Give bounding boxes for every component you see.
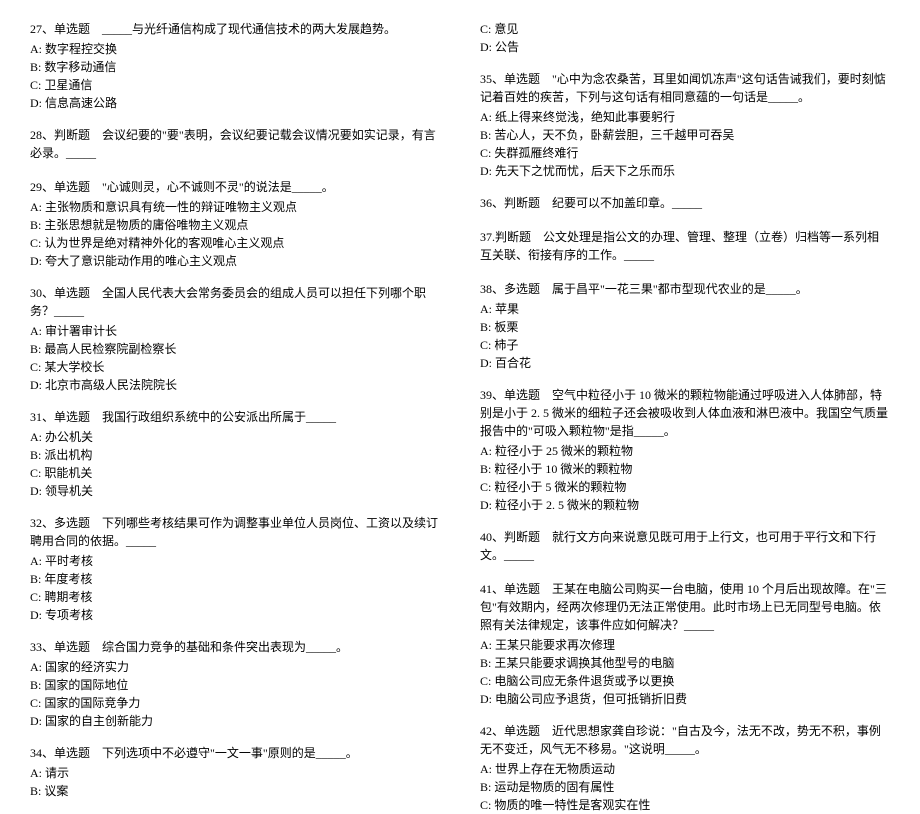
question-text: 34、单选题 下列选项中不必遵守"一文一事"原则的是_____。 — [30, 744, 440, 762]
question-31: 31、单选题 我国行政组织系统中的公安派出所属于_____ A: 办公机关 B:… — [30, 408, 440, 500]
option: A: 平时考核 — [30, 552, 440, 570]
question-text: 35、单选题 "心中为念农桑苦，耳里如闻饥冻声"这句话告诫我们，要时刻惦记着百姓… — [480, 70, 890, 106]
question-27: 27、单选题 _____与光纤通信构成了现代通信技术的两大发展趋势。 A: 数字… — [30, 20, 440, 112]
option: A: 数字程控交换 — [30, 40, 440, 58]
question-text: 32、多选题 下列哪些考核结果可作为调整事业单位人员岗位、工资以及续订聘用合同的… — [30, 514, 440, 550]
option: D: 粒径小于 2. 5 微米的颗粒物 — [480, 496, 890, 514]
option: C: 卫星通信 — [30, 76, 440, 94]
question-38: 38、多选题 属于昌平"一花三果"都市型现代农业的是_____。 A: 苹果 B… — [480, 280, 890, 372]
question-42: 42、单选题 近代思想家龚自珍说："自古及今，法无不改，势无不积，事例无不变迁，… — [480, 722, 890, 814]
question-29: 29、单选题 "心诚则灵，心不诚则不灵"的说法是_____。 A: 主张物质和意… — [30, 178, 440, 270]
question-32: 32、多选题 下列哪些考核结果可作为调整事业单位人员岗位、工资以及续订聘用合同的… — [30, 514, 440, 624]
question-41: 41、单选题 王某在电脑公司购买一台电脑，使用 10 个月后出现故障。在"三包"… — [480, 580, 890, 708]
question-30: 30、单选题 全国人民代表大会常务委员会的组成人员可以担任下列哪个职务？____… — [30, 284, 440, 394]
right-column: C: 意见 D: 公告 35、单选题 "心中为念农桑苦，耳里如闻饥冻声"这句话告… — [480, 20, 890, 631]
option: C: 某大学校长 — [30, 358, 440, 376]
question-39: 39、单选题 空气中粒径小于 10 微米的颗粒物能通过呼吸进入人体肺部，特别是小… — [480, 386, 890, 514]
option: D: 公告 — [480, 38, 890, 56]
question-37: 37.判断题 公文处理是指公文的办理、管理、整理（立卷）归档等一系列相互关联、衔… — [480, 228, 890, 266]
option: D: 先天下之忧而忧，后天下之乐而乐 — [480, 162, 890, 180]
option: A: 纸上得来终觉浅，绝知此事要躬行 — [480, 108, 890, 126]
option: C: 粒径小于 5 微米的颗粒物 — [480, 478, 890, 496]
question-28: 28、判断题 会议纪要的"要"表明，会议纪要记载会议情况要如实记录，有言必录。_… — [30, 126, 440, 164]
option: C: 国家的国际竞争力 — [30, 694, 440, 712]
option: D: 夸大了意识能动作用的唯心主义观点 — [30, 252, 440, 270]
question-34-cont: C: 意见 D: 公告 — [480, 20, 890, 56]
question-text: 31、单选题 我国行政组织系统中的公安派出所属于_____ — [30, 408, 440, 426]
option: D: 电脑公司应予退货，但可抵销折旧费 — [480, 690, 890, 708]
option: D: 百合花 — [480, 354, 890, 372]
option: B: 板栗 — [480, 318, 890, 336]
option: A: 请示 — [30, 764, 440, 782]
option: B: 粒径小于 10 微米的颗粒物 — [480, 460, 890, 478]
option: B: 派出机构 — [30, 446, 440, 464]
question-text: 40、判断题 就行文方向来说意见既可用于上行文，也可用于平行文和下行文。____… — [480, 528, 890, 564]
option: D: 领导机关 — [30, 482, 440, 500]
question-text: 30、单选题 全国人民代表大会常务委员会的组成人员可以担任下列哪个职务？____… — [30, 284, 440, 320]
question-text: 39、单选题 空气中粒径小于 10 微米的颗粒物能通过呼吸进入人体肺部，特别是小… — [480, 386, 890, 440]
question-text: 41、单选题 王某在电脑公司购买一台电脑，使用 10 个月后出现故障。在"三包"… — [480, 580, 890, 634]
option: B: 最高人民检察院副检察长 — [30, 340, 440, 358]
option: A: 主张物质和意识具有统一性的辩证唯物主义观点 — [30, 198, 440, 216]
option: C: 意见 — [480, 20, 890, 38]
option: A: 国家的经济实力 — [30, 658, 440, 676]
option: C: 物质的唯一特性是客观实在性 — [480, 796, 890, 814]
question-text: 37.判断题 公文处理是指公文的办理、管理、整理（立卷）归档等一系列相互关联、衔… — [480, 228, 890, 264]
option: D: 国家的自主创新能力 — [30, 712, 440, 730]
option: A: 王某只能要求再次修理 — [480, 636, 890, 654]
option: C: 电脑公司应无条件退货或予以更换 — [480, 672, 890, 690]
option: A: 世界上存在无物质运动 — [480, 760, 890, 778]
left-column: 27、单选题 _____与光纤通信构成了现代通信技术的两大发展趋势。 A: 数字… — [30, 20, 440, 631]
option: C: 失群孤雁终难行 — [480, 144, 890, 162]
question-40: 40、判断题 就行文方向来说意见既可用于上行文，也可用于平行文和下行文。____… — [480, 528, 890, 566]
option: B: 运动是物质的固有属性 — [480, 778, 890, 796]
option: B: 数字移动通信 — [30, 58, 440, 76]
question-text: 28、判断题 会议纪要的"要"表明，会议纪要记载会议情况要如实记录，有言必录。_… — [30, 126, 440, 162]
question-35: 35、单选题 "心中为念农桑苦，耳里如闻饥冻声"这句话告诫我们，要时刻惦记着百姓… — [480, 70, 890, 180]
question-text: 33、单选题 综合国力竞争的基础和条件突出表现为_____。 — [30, 638, 440, 656]
option: B: 议案 — [30, 782, 440, 800]
question-33: 33、单选题 综合国力竞争的基础和条件突出表现为_____。 A: 国家的经济实… — [30, 638, 440, 730]
question-text: 27、单选题 _____与光纤通信构成了现代通信技术的两大发展趋势。 — [30, 20, 440, 38]
option: C: 认为世界是绝对精神外化的客观唯心主义观点 — [30, 234, 440, 252]
option: A: 苹果 — [480, 300, 890, 318]
option: B: 主张思想就是物质的庸俗唯物主义观点 — [30, 216, 440, 234]
question-34: 34、单选题 下列选项中不必遵守"一文一事"原则的是_____。 A: 请示 B… — [30, 744, 440, 800]
option: A: 审计署审计长 — [30, 322, 440, 340]
option: C: 聘期考核 — [30, 588, 440, 606]
option: C: 职能机关 — [30, 464, 440, 482]
option: A: 办公机关 — [30, 428, 440, 446]
question-36: 36、判断题 纪要可以不加盖印章。_____ — [480, 194, 890, 214]
option: B: 苦心人，天不负，卧薪尝胆，三千越甲可吞吴 — [480, 126, 890, 144]
question-text: 42、单选题 近代思想家龚自珍说："自古及今，法无不改，势无不积，事例无不变迁，… — [480, 722, 890, 758]
option: C: 柿子 — [480, 336, 890, 354]
option: D: 信息高速公路 — [30, 94, 440, 112]
option: B: 王某只能要求调换其他型号的电脑 — [480, 654, 890, 672]
question-text: 36、判断题 纪要可以不加盖印章。_____ — [480, 194, 890, 212]
question-text: 29、单选题 "心诚则灵，心不诚则不灵"的说法是_____。 — [30, 178, 440, 196]
option: B: 年度考核 — [30, 570, 440, 588]
option: D: 专项考核 — [30, 606, 440, 624]
option: D: 北京市高级人民法院院长 — [30, 376, 440, 394]
question-text: 38、多选题 属于昌平"一花三果"都市型现代农业的是_____。 — [480, 280, 890, 298]
option: A: 粒径小于 25 微米的颗粒物 — [480, 442, 890, 460]
option: B: 国家的国际地位 — [30, 676, 440, 694]
